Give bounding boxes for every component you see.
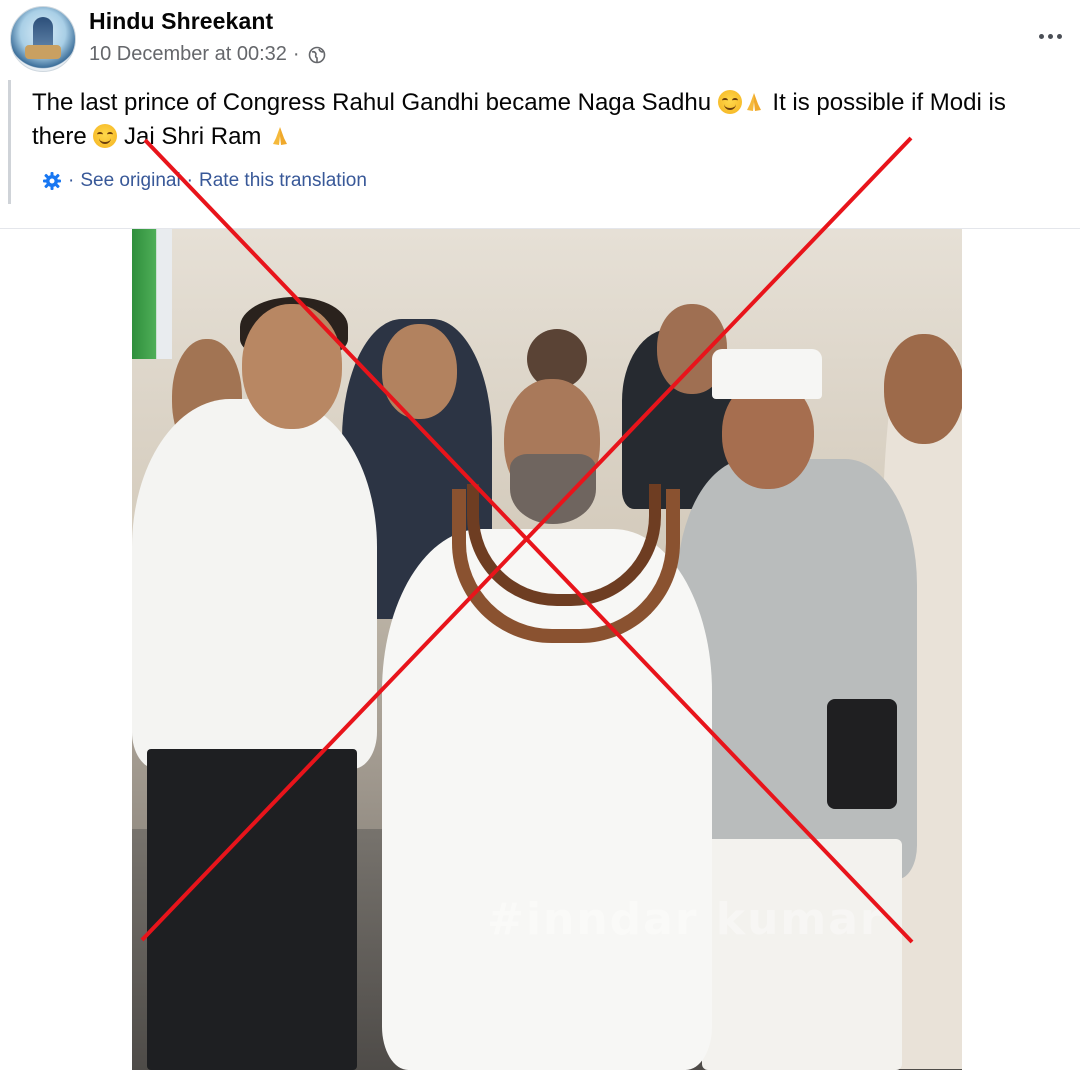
photo-person: [382, 324, 457, 419]
photo-person: [132, 399, 377, 769]
post-text-part: It is possible if Modi is: [765, 89, 1006, 116]
photo-person: [242, 304, 342, 429]
post-text: The last prince of Congress Rahul Gandhi…: [32, 86, 1062, 154]
post-header: Hindu Shreekant 10 December at 00:32 ·: [0, 0, 1080, 80]
smiling-face-emoji: [93, 124, 118, 148]
rate-translation-link[interactable]: Rate this translation: [199, 170, 367, 192]
photo-person: [712, 349, 822, 399]
author-name[interactable]: Hindu Shreekant: [89, 8, 273, 35]
post-text-part: The last prince of Congress Rahul Gandhi…: [32, 89, 718, 116]
translation-separator: ·: [186, 170, 193, 191]
photo-person: [147, 749, 357, 1070]
avatar-base: [25, 45, 61, 59]
dot: [1047, 33, 1053, 39]
photo-person: [702, 839, 902, 1070]
facebook-post: Hindu Shreekant 10 December at 00:32 · T…: [0, 0, 1080, 1080]
author-avatar[interactable]: [10, 6, 76, 72]
post-photo[interactable]: #inndar kumar: [132, 229, 962, 1070]
photo-flag: [132, 229, 172, 359]
dot: [1056, 33, 1062, 39]
folded-hands-emoji: [746, 93, 761, 111]
post-text-part: Jai Shri Ram: [117, 123, 269, 150]
dot: [1038, 33, 1044, 39]
meta-separator: ·: [292, 43, 300, 65]
translation-separator: ·: [68, 170, 75, 191]
post-meta: 10 December at 00:32 ·: [89, 43, 326, 66]
globe-icon: [308, 46, 325, 63]
gear-icon[interactable]: [42, 171, 62, 191]
post-text-part: there: [32, 123, 94, 150]
see-original-link[interactable]: See original: [80, 170, 180, 192]
photo-person: [677, 459, 917, 879]
smiling-face-emoji: [717, 90, 742, 114]
more-options-icon[interactable]: [1032, 22, 1068, 50]
photo-person: [884, 334, 962, 444]
photo-bag: [827, 699, 897, 809]
translation-bar: · See original · Rate this translation: [42, 170, 367, 192]
photo-watermark: #inndar kumar: [487, 894, 884, 945]
folded-hands-emoji: [273, 127, 288, 145]
post-timestamp[interactable]: 10 December at 00:32: [89, 43, 287, 66]
